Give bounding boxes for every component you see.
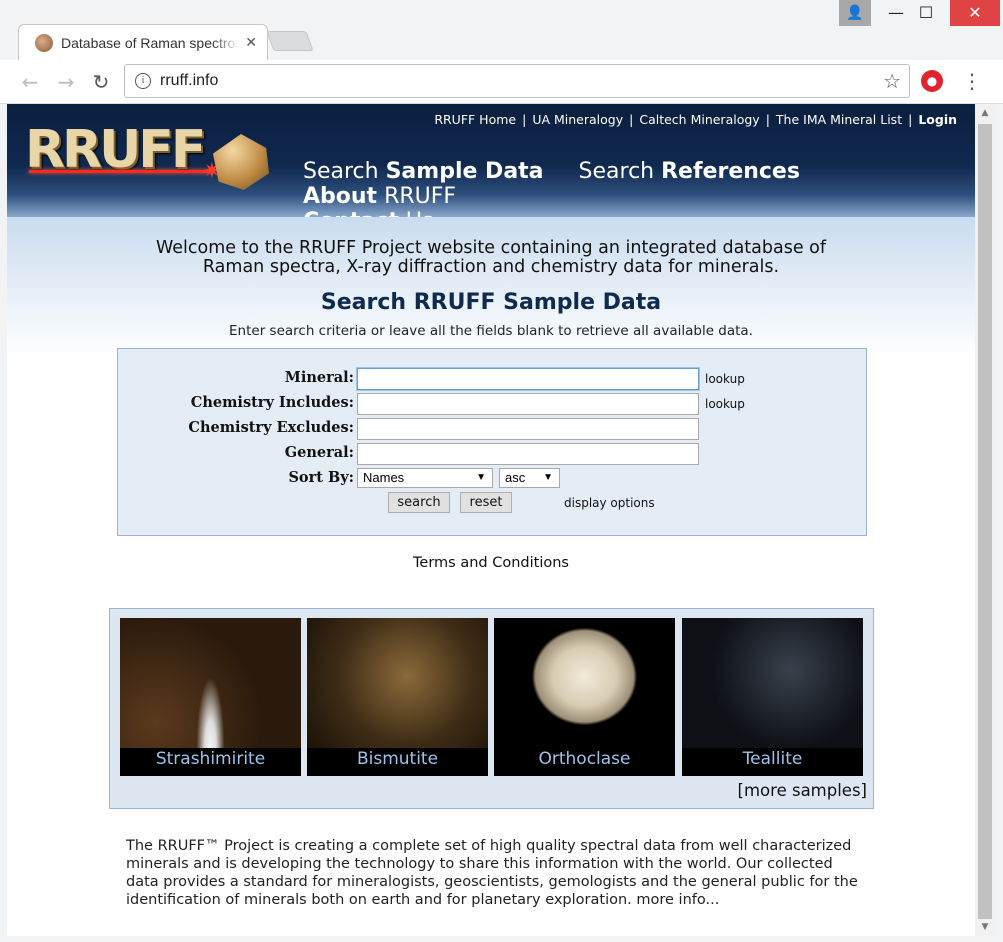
link-separator: |: [629, 112, 634, 127]
sample-name: Orthoclase: [538, 749, 631, 769]
general-row: General:: [118, 441, 868, 465]
reset-button[interactable]: reset: [460, 492, 512, 513]
scrollbar-thumb[interactable]: [978, 124, 992, 919]
scroll-up-arrow-icon[interactable]: ▲: [975, 104, 995, 122]
rruff-logo[interactable]: RRUFF ✷: [25, 120, 270, 200]
sample-card[interactable]: Orthoclase: [494, 618, 675, 776]
welcome-line: Raman spectra, X-ray diffraction and che…: [202, 257, 780, 277]
link-rruff-home[interactable]: RRUFF Home: [434, 112, 516, 127]
chem-excludes-row: Chemistry Excludes:: [118, 416, 868, 440]
link-ima-mineral-list[interactable]: The IMA Mineral List: [776, 112, 902, 127]
sample-gallery: Strashimirite Bismutite Orthoclase Teall…: [109, 608, 874, 809]
vertical-scrollbar[interactable]: ▲ ▼: [975, 104, 995, 936]
bookmark-star-icon[interactable]: ☆: [883, 69, 901, 93]
nav-search-references[interactable]: Search References: [579, 159, 800, 184]
login-link[interactable]: Login: [918, 112, 957, 127]
nav-prefix: Search: [578, 159, 662, 184]
sample-card[interactable]: Bismutite: [307, 618, 488, 776]
nav-suffix: RRUFF: [377, 184, 457, 209]
chem-includes-input[interactable]: [357, 393, 699, 415]
chem-excludes-label: Chemistry Excludes:: [188, 419, 354, 436]
window-frame: [0, 936, 1003, 942]
sample-name: Strashimirite: [155, 749, 266, 769]
search-button[interactable]: search: [388, 492, 450, 513]
mineral-row: Mineral: lookup: [118, 366, 868, 390]
sample-card[interactable]: Teallite: [682, 618, 863, 776]
chem-includes-label: Chemistry Includes:: [190, 394, 354, 411]
sort-field-select[interactable]: Names ▼: [357, 468, 493, 488]
about-paragraph: The RRUFF™ Project is creating a complet…: [126, 837, 866, 909]
link-caltech-mineralogy[interactable]: Caltech Mineralogy: [639, 112, 759, 127]
nav-bold: Sample Data: [385, 159, 544, 184]
sort-row: Sort By: Names ▼ asc ▼: [118, 466, 868, 490]
url-text[interactable]: rruff.info: [160, 72, 883, 90]
mineral-input[interactable]: [357, 368, 699, 390]
browser-titlebar: Database of Raman spectroscopy ✕ 👤 — ☐ ✕: [0, 0, 1003, 60]
top-links: RRUFF Home | UA Mineralogy | Caltech Mineral…: [434, 112, 957, 127]
more-info-link[interactable]: more info...: [632, 892, 719, 908]
reload-icon[interactable]: ↻: [87, 68, 115, 96]
address-bar[interactable]: i rruff.info ☆: [124, 64, 910, 98]
chem-includes-lookup-link[interactable]: lookup: [705, 397, 745, 411]
dropdown-arrow-icon: ▼: [476, 472, 486, 483]
window-frame: [995, 104, 1003, 942]
chem-excludes-input[interactable]: [357, 418, 699, 440]
search-instructions: Enter search criteria or leave all the f…: [229, 323, 753, 339]
user-profile-icon[interactable]: 👤: [839, 0, 871, 26]
laser-beam-graphic: [29, 170, 214, 173]
sample-photo: [307, 618, 488, 748]
general-input[interactable]: [357, 443, 699, 465]
display-options-link[interactable]: display options: [564, 496, 655, 510]
chem-includes-row: Chemistry Includes: lookup: [118, 391, 868, 415]
sort-field-value: Names: [363, 470, 405, 485]
general-label: General:: [284, 444, 354, 461]
mineral-crystal-icon: [213, 134, 269, 190]
mineral-lookup-link[interactable]: lookup: [705, 372, 745, 386]
browser-toolbar: ← → ↻ i rruff.info ☆ ● ⋮: [0, 60, 1003, 104]
dropdown-arrow-icon: ▼: [543, 472, 553, 483]
nav-prefix: Search: [303, 159, 386, 184]
extension-icon[interactable]: ●: [921, 70, 943, 92]
rruff-favicon-icon: [35, 33, 53, 52]
scroll-down-arrow-icon[interactable]: ▼: [975, 918, 995, 936]
nav-about-rruff[interactable]: About RRUFF: [303, 184, 456, 209]
nav-bold: About: [303, 184, 378, 209]
sample-card[interactable]: Strashimirite: [120, 618, 301, 776]
sort-order-value: asc: [505, 470, 526, 485]
browser-tab[interactable]: Database of Raman spectroscopy ✕: [18, 24, 268, 60]
welcome-text: Welcome to the RRUFF Project website con…: [7, 239, 975, 277]
sample-photo: [120, 618, 301, 748]
nav-search-sample-data[interactable]: Search Sample Data: [303, 159, 544, 184]
link-separator: |: [765, 112, 770, 127]
terms-link[interactable]: Terms and Conditions: [7, 555, 975, 571]
site-header: RRUFF ✷ RRUFF Home | UA Mineralogy | Caltech…: [7, 104, 975, 234]
sample-photo: [682, 618, 863, 748]
new-tab-button[interactable]: [266, 31, 314, 51]
more-samples-link[interactable]: [more samples]: [738, 781, 867, 800]
tab-title: Database of Raman spectroscopy: [61, 34, 240, 51]
back-arrow-icon[interactable]: ←: [16, 68, 44, 96]
tab-close-icon[interactable]: ✕: [245, 35, 257, 51]
mineral-label: Mineral:: [284, 369, 354, 386]
nav-bold: References: [661, 159, 800, 184]
forward-arrow-icon[interactable]: →: [52, 68, 80, 96]
browser-menu-icon[interactable]: ⋮: [962, 69, 982, 93]
window-close-button[interactable]: ✕: [950, 0, 1000, 26]
link-ua-mineralogy[interactable]: UA Mineralogy: [532, 112, 623, 127]
about-text: The RRUFF™ Project is creating a complet…: [126, 838, 858, 908]
window-maximize-button[interactable]: ☐: [906, 0, 946, 26]
link-separator: |: [522, 112, 527, 127]
sample-photo: [494, 618, 675, 748]
page-viewport: RRUFF ✷ RRUFF Home | UA Mineralogy | Caltech…: [7, 104, 975, 936]
sample-name: Bismutite: [356, 749, 439, 769]
sort-order-select[interactable]: asc ▼: [499, 468, 560, 488]
page-title: Search RRUFF Sample Data: [320, 290, 662, 315]
welcome-line: Welcome to the RRUFF Project website con…: [155, 238, 827, 258]
sample-name: Teallite: [742, 749, 803, 769]
site-info-icon[interactable]: i: [135, 73, 151, 89]
link-separator: |: [908, 112, 913, 127]
search-form: Mineral: lookup Chemistry Includes: look…: [117, 348, 867, 536]
sort-label: Sort By:: [288, 469, 354, 486]
